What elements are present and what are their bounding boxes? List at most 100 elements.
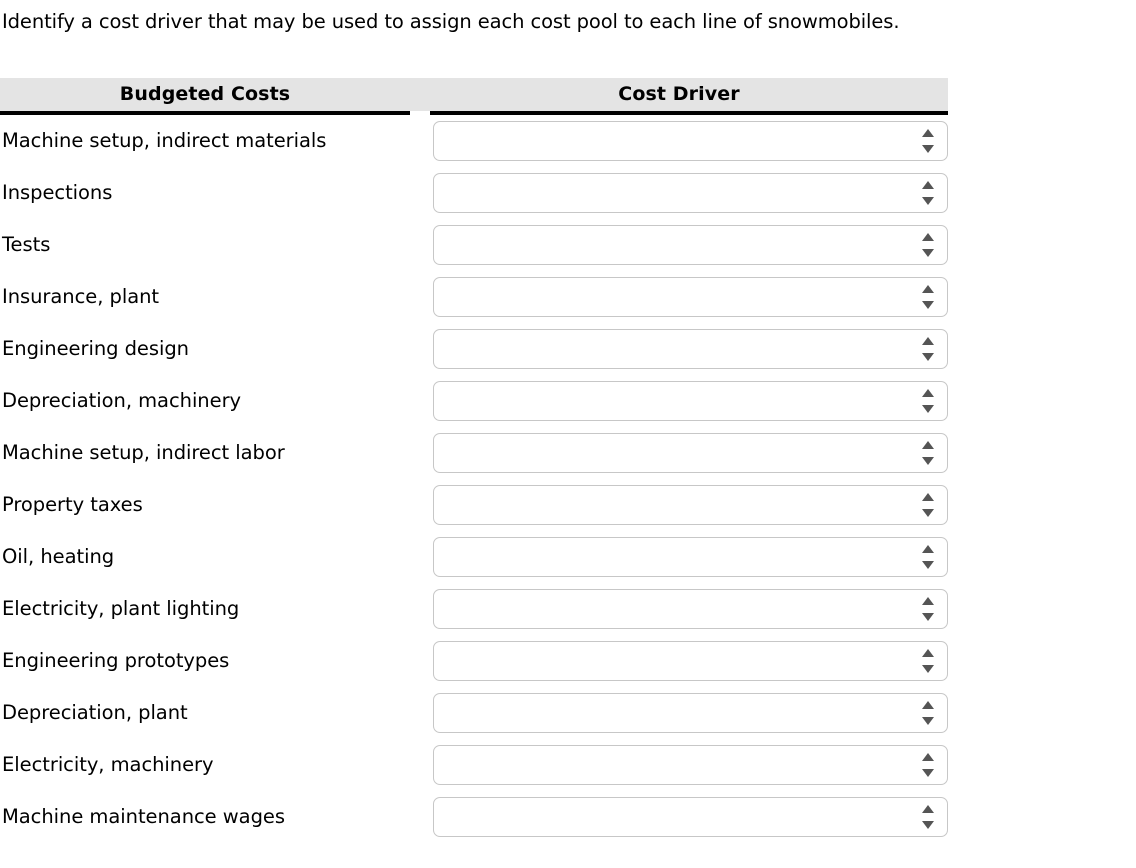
select-spinner-arrows-icon [922,232,935,258]
cost-driver-select-cell [433,121,948,161]
triangle-down-icon [922,665,934,673]
cost-driver-select-cell [433,381,948,421]
table-row: Property taxes [0,479,1136,531]
table-row: Inspections [0,167,1136,219]
table-row: Machine setup, indirect materials [0,115,1136,167]
cost-driver-select-value [444,174,907,214]
cost-driver-table: Budgeted Costs Cost Driver [0,78,948,115]
cost-driver-select[interactable] [433,641,948,681]
cost-driver-select-value [444,278,907,318]
select-spinner-arrows-icon [922,700,935,726]
select-spinner-arrows-icon [922,284,935,310]
cost-driver-select-cell [433,693,948,733]
triangle-up-icon [922,597,934,605]
triangle-down-icon [922,769,934,777]
cost-pool-label: Electricity, plant lighting [2,597,240,620]
triangle-up-icon [922,233,934,241]
cost-driver-select-value [444,798,907,838]
select-spinner-arrows-icon [922,492,935,518]
table-row: Insurance, plant [0,271,1136,323]
select-spinner-arrows-icon [922,128,935,154]
column-header-cost-driver: Cost Driver [618,83,740,105]
triangle-up-icon [922,493,934,501]
triangle-down-icon [922,717,934,725]
cost-driver-select-value [444,382,907,422]
question-prompt: Identify a cost driver that may be used … [2,10,900,33]
cost-pool-label: Property taxes [2,493,143,516]
cost-driver-select-value [444,226,907,266]
triangle-down-icon [922,301,934,309]
column-header-budgeted-costs: Budgeted Costs [119,83,291,105]
cost-pool-label: Electricity, machinery [2,753,214,776]
cost-driver-select[interactable] [433,121,948,161]
cost-driver-select[interactable] [433,537,948,577]
triangle-down-icon [922,405,934,413]
select-spinner-arrows-icon [922,544,935,570]
select-spinner-arrows-icon [922,648,935,674]
cost-driver-select-cell [433,537,948,577]
cost-driver-select-value [444,330,907,370]
cost-driver-select[interactable] [433,329,948,369]
cost-driver-select[interactable] [433,797,948,837]
triangle-down-icon [922,353,934,361]
triangle-up-icon [922,181,934,189]
cost-driver-select-value [444,590,907,630]
cost-driver-select-value [444,746,907,786]
triangle-down-icon [922,249,934,257]
table-row: Depreciation, plant [0,687,1136,739]
cost-pool-label: Machine setup, indirect labor [2,441,285,464]
cost-pool-label: Depreciation, machinery [2,389,242,412]
cost-driver-select-cell [433,225,948,265]
cost-driver-select[interactable] [433,433,948,473]
cost-pool-label: Machine maintenance wages [2,805,285,828]
triangle-down-icon [922,457,934,465]
cost-driver-select-cell [433,485,948,525]
cost-pool-label: Machine setup, indirect materials [2,129,327,152]
cost-driver-select[interactable] [433,589,948,629]
triangle-down-icon [922,561,934,569]
cost-pool-label: Insurance, plant [2,285,160,308]
table-row: Oil, heating [0,531,1136,583]
triangle-up-icon [922,389,934,397]
triangle-down-icon [922,197,934,205]
table-row: Engineering design [0,323,1136,375]
cost-driver-select-value [444,486,907,526]
triangle-up-icon [922,545,934,553]
cost-driver-select[interactable] [433,173,948,213]
cost-driver-select-cell [433,329,948,369]
table-row: Depreciation, machinery [0,375,1136,427]
cost-pool-label: Inspections [2,181,113,204]
select-spinner-arrows-icon [922,440,935,466]
triangle-up-icon [922,701,934,709]
triangle-up-icon [922,753,934,761]
triangle-up-icon [922,285,934,293]
triangle-down-icon [922,145,934,153]
cost-driver-select[interactable] [433,225,948,265]
cost-driver-select[interactable] [433,277,948,317]
cost-driver-select-value [444,642,907,682]
cost-driver-select[interactable] [433,485,948,525]
cost-driver-select-value [444,122,907,162]
cost-driver-select[interactable] [433,381,948,421]
cost-pool-label: Engineering prototypes [2,649,230,672]
select-spinner-arrows-icon [922,336,935,362]
cost-driver-select[interactable] [433,693,948,733]
table-row: Machine setup, indirect labor [0,427,1136,479]
cost-driver-select[interactable] [433,745,948,785]
select-spinner-arrows-icon [922,388,935,414]
cost-driver-select-cell [433,277,948,317]
select-spinner-arrows-icon [922,596,935,622]
cost-driver-select-cell [433,173,948,213]
cost-driver-select-value [444,538,907,578]
triangle-up-icon [922,337,934,345]
cost-pool-label: Engineering design [2,337,189,360]
cost-driver-select-value [444,694,907,734]
select-spinner-arrows-icon [922,804,935,830]
cost-driver-select-cell [433,797,948,837]
triangle-down-icon [922,509,934,517]
cost-driver-select-cell [433,433,948,473]
table-body: Machine setup, indirect materials Inspect… [0,115,1136,843]
table-row: Engineering prototypes [0,635,1136,687]
triangle-up-icon [922,805,934,813]
select-spinner-arrows-icon [922,752,935,778]
